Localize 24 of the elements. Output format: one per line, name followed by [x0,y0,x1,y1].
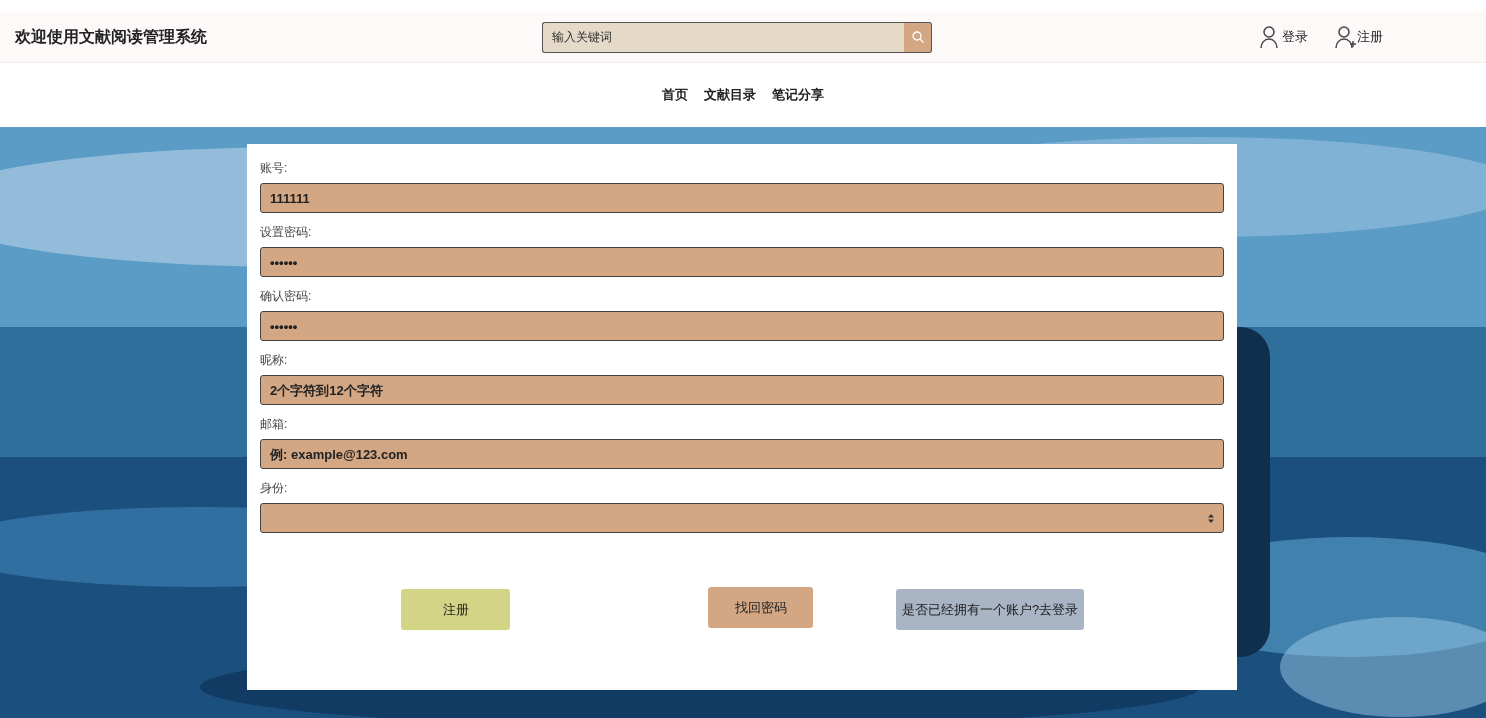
user-add-icon [1334,25,1356,49]
field-label: 邮箱: [260,416,288,433]
nav-link[interactable]: 笔记分享 [772,85,824,105]
field-label: 账号: [260,160,288,177]
input-field[interactable]: •••••• [260,247,1224,277]
sort-caret-icon [1208,513,1214,523]
recover-password-button[interactable]: 找回密码 [708,587,813,628]
input-field[interactable]: 111111 [260,183,1224,213]
select-field[interactable] [260,503,1224,533]
nav-link[interactable]: 首页 [662,85,688,105]
login-link-button[interactable]: 是否已经拥有一个账户?去登录 [896,589,1084,630]
header-link[interactable]: 注册 [1334,25,1383,49]
field-label: 设置密码: [260,224,312,241]
input-field[interactable]: 例: example@123.com [260,439,1224,469]
field-label: 身份: [260,480,288,497]
nav-link[interactable]: 文献目录 [704,85,756,105]
field-label: 昵称: [260,352,288,369]
header-link[interactable]: 登录 [1259,25,1308,49]
input-field[interactable]: 2个字符到12个字符 [260,375,1224,405]
register-button[interactable]: 注册 [401,589,510,630]
field-label: 确认密码: [260,288,312,305]
user-icon [1259,25,1281,49]
site-title: 欢迎使用文献阅读管理系统 [15,27,208,47]
input-field[interactable]: •••••• [260,311,1224,341]
